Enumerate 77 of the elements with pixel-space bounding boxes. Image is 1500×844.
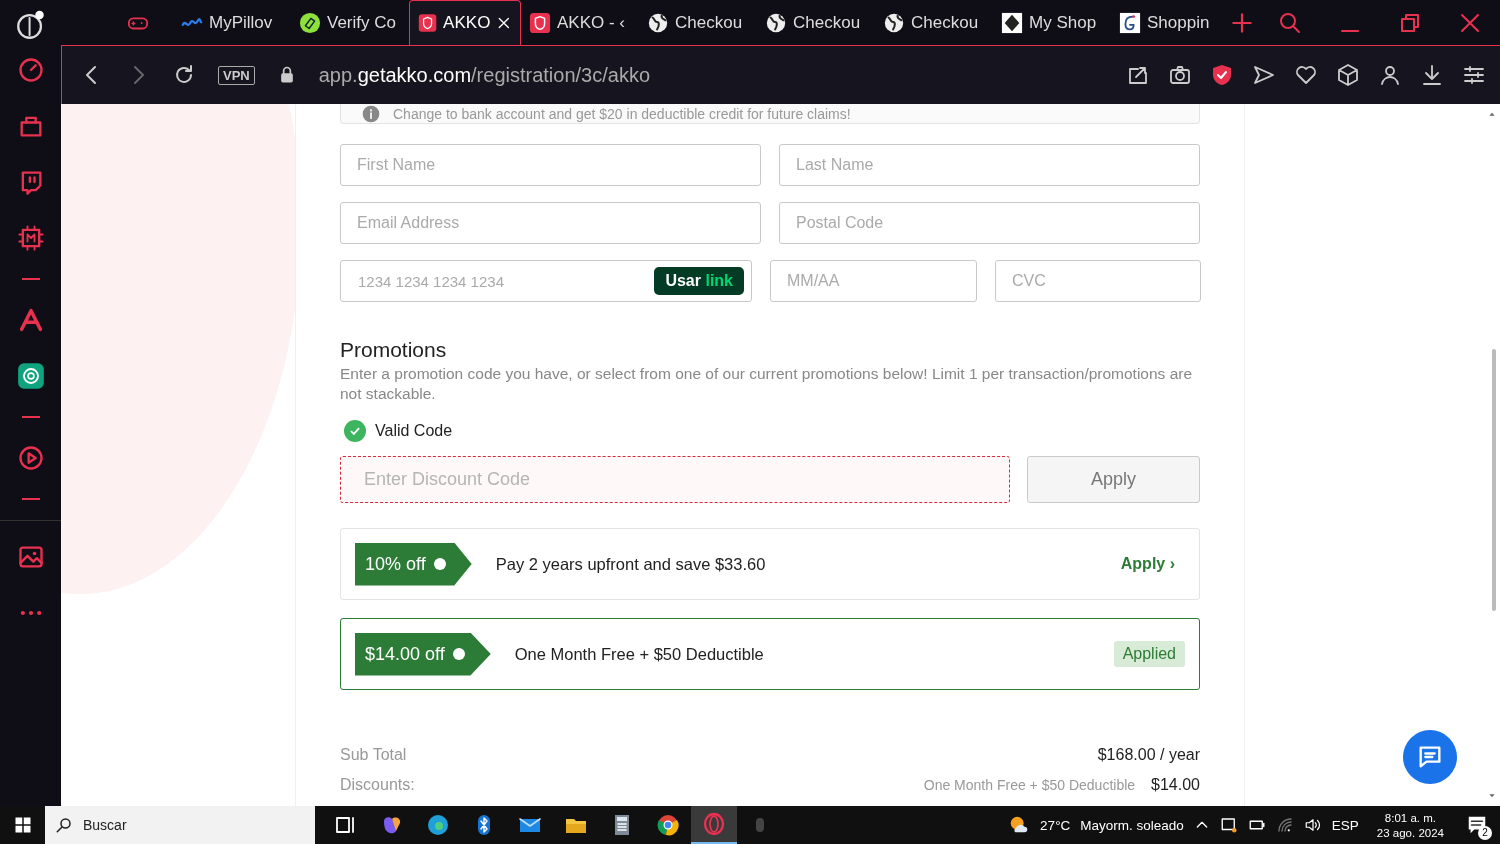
speedometer-icon[interactable] — [16, 56, 45, 84]
promotion-card[interactable]: $14.00 off One Month Free + $50 Deductible Applied — [340, 618, 1200, 690]
wifi-icon[interactable] — [1275, 816, 1294, 834]
play-circle-icon[interactable] — [16, 444, 45, 472]
text-field[interactable]: Last Name — [779, 144, 1200, 186]
promotion-text: Pay 2 years upfront and save $33.60 — [495, 554, 767, 574]
camera-icon[interactable] — [1168, 63, 1192, 87]
text-field[interactable]: MM/AA — [770, 260, 977, 302]
opera-icon — [702, 812, 726, 836]
taskbar-search-field[interactable]: Buscar — [45, 806, 315, 844]
url-text[interactable]: app.getakko.com/registration/3c/akko — [318, 63, 1104, 87]
send-icon[interactable] — [1252, 63, 1276, 87]
notification-button[interactable]: 2 — [1462, 810, 1492, 840]
notice-text: Change to bank account and get $20 in deductible credit for future claims! — [393, 105, 851, 122]
status-label: Valid Code — [375, 422, 453, 440]
notification-count: 2 — [1478, 826, 1492, 840]
browser-tab[interactable]: Checkou — [639, 0, 757, 45]
sliders-icon[interactable] — [1462, 63, 1486, 87]
clock-time[interactable]: 8:01 a. m. — [1384, 811, 1436, 824]
person-icon[interactable] — [1378, 63, 1402, 87]
discount-badge: 10% off — [355, 542, 472, 586]
diamond-logo-icon — [1001, 11, 1023, 34]
tag-icon — [299, 11, 321, 34]
summary-label: Sub Total — [340, 746, 408, 764]
windows-icon[interactable] — [13, 816, 32, 834]
search-icon[interactable] — [1278, 10, 1302, 35]
chat-button[interactable] — [1403, 730, 1457, 784]
language-indicator[interactable]: ESP — [1331, 817, 1359, 833]
browser-tab[interactable]: My Shop — [993, 0, 1111, 45]
browser-tab[interactable]: Checkou — [757, 0, 875, 45]
summary-value: $14.00 — [1151, 776, 1200, 794]
summary-detail: One Month Free + $50 Deductible — [923, 777, 1136, 793]
browser-tab[interactable]: AKKO - ‹ — [521, 0, 639, 45]
scrollbar-thumb[interactable] — [1492, 349, 1496, 611]
applied-tag: Applied — [1113, 641, 1185, 667]
chrome-icon — [656, 813, 680, 837]
apply-button[interactable]: Apply — [1027, 456, 1200, 503]
heart-icon[interactable] — [1294, 63, 1318, 87]
scroll-down-icon[interactable] — [1488, 792, 1496, 800]
globe-icon — [647, 11, 669, 34]
promotion-card[interactable]: 10% off Pay 2 years upfront and save $33.60 Apply › — [340, 528, 1200, 600]
shield-check-icon[interactable] — [1210, 63, 1234, 87]
browser-tab[interactable]: Verify Co — [291, 0, 409, 45]
text-field[interactable]: First Name — [340, 144, 761, 186]
section-heading: Promotions — [340, 338, 448, 362]
card-number-field[interactable]: 1234 1234 1234 1234 Usar link — [340, 260, 752, 302]
search-icon — [55, 816, 73, 834]
scroll-up-icon[interactable] — [1488, 110, 1496, 118]
browser-tab[interactable]: AKKO — [409, 0, 521, 45]
shield-logo-icon — [418, 12, 438, 34]
promotion-text: One Month Free + $50 Deductible — [514, 644, 765, 664]
section-description: Enter a promotion code you have, or select from one of our current promotions below! Limit 1 per transaction/promotions are not stackable. — [340, 364, 1194, 404]
text-field[interactable]: Postal Code — [779, 202, 1200, 244]
browser-tab[interactable]: MyPillov — [173, 0, 291, 45]
discount-code-field[interactable]: Enter Discount Code — [340, 456, 1010, 503]
browser-tab[interactable]: Shoppin — [1111, 0, 1229, 45]
download-icon[interactable] — [1420, 63, 1444, 87]
globe-icon — [765, 11, 787, 34]
chip-icon[interactable] — [16, 224, 45, 252]
summary-label: Discounts: — [340, 776, 416, 794]
apply-link[interactable]: Apply › — [1110, 555, 1185, 573]
shield-logo-icon — [529, 11, 551, 34]
link-pay-button[interactable]: Usar link — [654, 267, 744, 295]
text-field[interactable]: CVC — [995, 260, 1201, 302]
screen-icon[interactable] — [1219, 816, 1238, 834]
weather-text: Mayorm. soleado — [1080, 817, 1184, 833]
letter-logo-icon — [1119, 11, 1141, 34]
vpn-badge[interactable]: VPN — [218, 65, 255, 85]
cube-icon[interactable] — [1336, 63, 1360, 87]
summary-value: $168.00 / year — [1097, 746, 1200, 764]
temperature-text: 27°C — [1040, 817, 1071, 833]
discount-badge: $14.00 off — [355, 632, 491, 676]
speaker-icon[interactable] — [1303, 816, 1322, 834]
clock-date[interactable]: 23 ago. 2024 — [1376, 826, 1444, 839]
globe-icon — [883, 11, 905, 34]
browser-tab[interactable]: Checkou — [875, 0, 993, 45]
text-field[interactable]: Email Address — [340, 202, 761, 244]
